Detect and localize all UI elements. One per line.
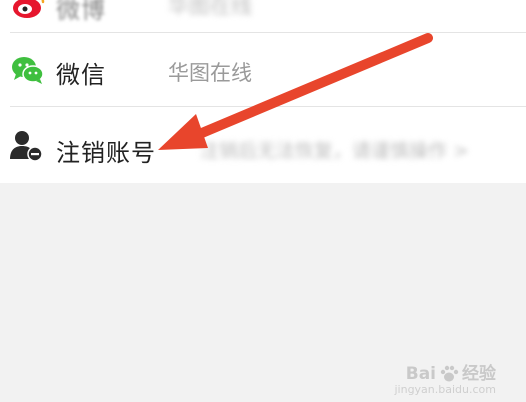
wechat-label: 微信 [56,61,106,89]
weibo-icon [13,0,45,18]
wechat-icon [12,57,44,84]
list-item-cancel-account[interactable]: 注销账号 注销后无法恢复，请谨慎操作 > [0,107,526,183]
list-item-wechat[interactable]: 微信 华图在线 [0,32,526,106]
watermark-brand-prefix: Bai [405,364,436,384]
user-remove-icon [10,131,43,162]
wechat-value: 华图在线 [168,61,252,85]
cancel-account-label: 注销账号 [56,139,156,167]
weibo-label: 微博 [56,0,106,24]
weibo-value: 华图在线 [168,0,252,18]
cancel-account-hint: 注销后无法恢复，请谨慎操作 > [200,140,469,162]
paw-icon [440,365,459,382]
watermark-site: jingyan.baidu.com [394,383,496,396]
list-item-weibo[interactable]: 微博 华图在线 [0,0,526,32]
watermark-brand-suffix: 经验 [462,364,496,384]
baidu-jingyan-watermark: Bai 经验 jingyan.baidu.com [394,359,496,396]
account-binding-list: 微博 华图在线 微信 华图在线 注销账号 注销后无法恢复，请谨慎操作 > [0,0,526,183]
